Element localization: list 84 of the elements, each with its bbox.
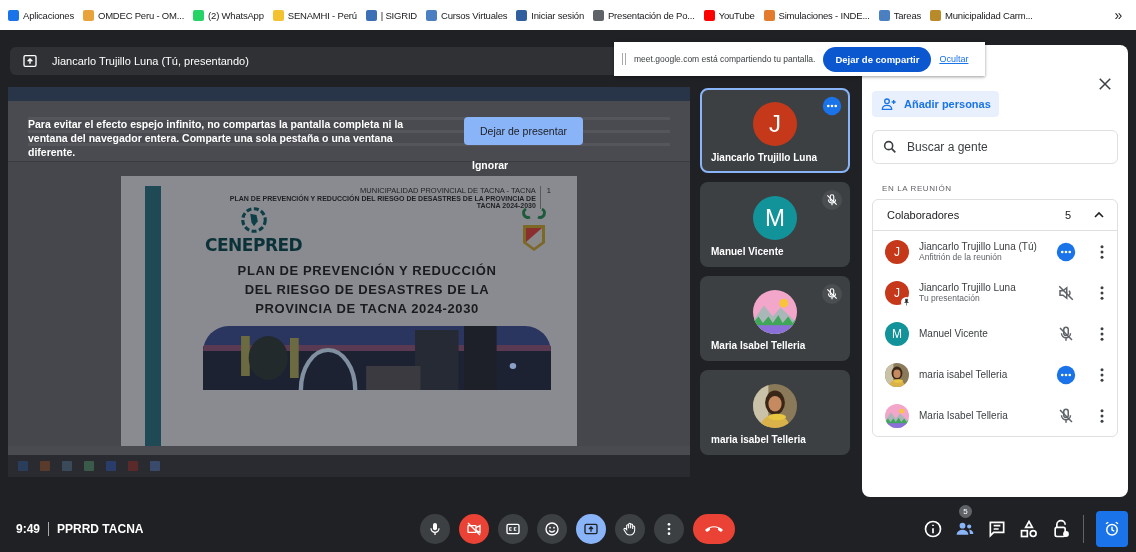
- raise-hand-button[interactable]: [615, 513, 645, 544]
- notice-message: Para evitar el efecto espejo infinito, no compartas la pantalla completa ni la ventana del navegador entera. Comparte una sola pestaña o una ventana diferente.: [28, 117, 405, 160]
- bookmark[interactable]: | SIGRID: [365, 9, 417, 21]
- avatar: M: [753, 196, 797, 240]
- presenter-title: Jiancarlo Trujillo Luna (Tú, presentando): [52, 55, 249, 67]
- mic-off-icon: [822, 284, 842, 304]
- avatar: J: [885, 239, 909, 264]
- banner-message: meet.google.com está compartiendo tu pantalla.: [634, 54, 816, 64]
- logo-text: CENEPRED: [205, 235, 303, 255]
- ignore-button[interactable]: Ignorar: [464, 153, 517, 177]
- more-icon: [1056, 241, 1076, 262]
- search-icon: [882, 139, 898, 155]
- participant-row[interactable]: J Jiancarlo Trujillo Luna Tu presentación: [873, 272, 1117, 313]
- speaker-off-icon: [1057, 283, 1075, 302]
- close-icon[interactable]: [1096, 75, 1114, 93]
- mic-icon: [427, 520, 443, 537]
- participant-count: 5: [1064, 209, 1071, 221]
- participant-name: maria isabel Telleria: [919, 369, 1009, 380]
- participant-role: Tu presentación: [919, 293, 980, 303]
- present-icon: [22, 53, 38, 69]
- participant-row[interactable]: M Manuel Vicente: [873, 313, 1117, 354]
- bookmark[interactable]: (2) WhatsApp: [193, 9, 264, 21]
- bookmark[interactable]: Municipalidad Carm...: [930, 9, 1033, 21]
- participant-name: Jiancarlo Trujillo Luna: [711, 152, 818, 163]
- more-icon: [1056, 364, 1076, 385]
- participant-row[interactable]: maria isabel Telleria: [873, 354, 1117, 395]
- add-people-button[interactable]: Añadir personas: [872, 91, 999, 117]
- participant-name: maria isabel Telleria: [711, 434, 806, 445]
- participant-row[interactable]: J Jiancarlo Trujillo Luna (Tú) Anfitrión de la reunión: [873, 231, 1117, 272]
- bookmark[interactable]: YouTube: [703, 9, 755, 21]
- drag-handle[interactable]: [622, 53, 626, 65]
- participant-role: Anfitrión de la reunión: [919, 252, 1003, 262]
- person-add-icon: [880, 96, 898, 112]
- bookmark[interactable]: Simulaciones - INDE...: [763, 9, 870, 21]
- participant-name: Jiancarlo Trujillo Luna (Tú): [919, 241, 1038, 252]
- bookmark[interactable]: Tareas: [878, 9, 922, 21]
- smiley-icon: [544, 520, 560, 537]
- mic-off-icon: [1057, 406, 1075, 425]
- mic-off-icon: [822, 190, 842, 210]
- search-field[interactable]: Buscar a gente: [872, 130, 1118, 164]
- bookmark[interactable]: Aplicaciones: [8, 9, 74, 21]
- bookmark[interactable]: Iniciar sesión: [516, 9, 584, 21]
- clock-time: 9:49: [16, 521, 41, 536]
- more-icon: [822, 96, 842, 116]
- hand-icon: [622, 520, 638, 537]
- present-button[interactable]: [576, 513, 606, 544]
- timer-button[interactable]: [1096, 510, 1128, 547]
- emblem-icon: [238, 205, 269, 235]
- participant-name: Manuel Vicente: [711, 246, 784, 257]
- mic-off-icon: [1057, 324, 1075, 343]
- document-title: PLAN DE PREVENCIÓN Y REDUCCIÓN DEL RIESGO DE DESASTRES DE LA PROVINCIA DE TACNA 2024-2030: [236, 262, 498, 318]
- participant-name: Manuel Vicente: [919, 328, 989, 339]
- bookmark[interactable]: OMDEC Peru - OM...: [82, 9, 185, 21]
- count-badge: 5: [959, 504, 972, 518]
- bookmark[interactable]: Cursos Virtuales: [426, 9, 508, 21]
- participant-name: Maria Isabel Telleria: [919, 410, 1009, 421]
- camera-off-button[interactable]: [459, 513, 489, 544]
- lock-icon[interactable]: [1051, 518, 1071, 539]
- camera-off-icon: [466, 520, 482, 537]
- meeting-name: PPRRD TACNA: [57, 521, 144, 536]
- avatar: J: [753, 102, 797, 146]
- bookmark[interactable]: SENAMHI - Perú: [272, 9, 357, 21]
- phone-icon: [705, 524, 723, 533]
- group-header[interactable]: Colaboradores 5: [873, 200, 1117, 231]
- mic-button[interactable]: [420, 513, 450, 544]
- shapes-icon[interactable]: [1019, 518, 1039, 539]
- participant-name: Jiancarlo Trujillo Luna: [919, 282, 1017, 293]
- avatar: J: [885, 280, 909, 305]
- hide-link[interactable]: Ocultar: [939, 54, 969, 64]
- info-icon[interactable]: [923, 518, 943, 539]
- alarm-clock-icon: [1103, 519, 1121, 538]
- participant-name: Maria Isabel Telleria: [711, 340, 806, 351]
- more-options-button[interactable]: [654, 513, 684, 544]
- emoji-button[interactable]: [537, 513, 567, 544]
- participant-row[interactable]: Maria Isabel Telleria: [873, 395, 1117, 436]
- captions-button[interactable]: [498, 513, 528, 544]
- avatar: M: [885, 321, 909, 346]
- leave-call-button[interactable]: [693, 513, 735, 544]
- stop-sharing-button[interactable]: Dejar de compartir: [823, 46, 932, 72]
- section-label: EN LA REUNIÓN: [882, 184, 953, 193]
- group-label: Colaboradores: [887, 209, 961, 221]
- overflow-button[interactable]: »: [1114, 7, 1128, 23]
- bookmark[interactable]: Presentación de Po...: [593, 9, 695, 21]
- stop-presenting-button[interactable]: Dejar de presentar: [464, 117, 583, 145]
